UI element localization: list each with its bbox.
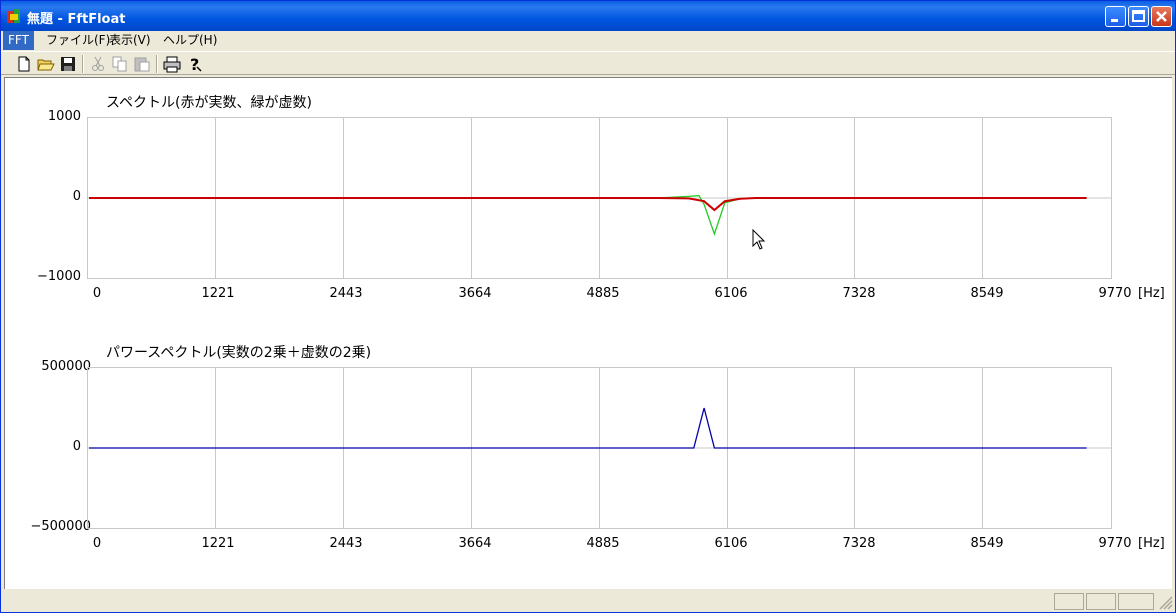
status-pane [1086, 593, 1116, 610]
status-bar [1, 590, 1175, 612]
power-series-line [89, 407, 1087, 449]
help-icon[interactable]: ? [185, 55, 203, 73]
x-tick-label: 2443 [329, 536, 363, 551]
menu-bar: FFT ファイル(F) 表示(V) ヘルプ(H) [1, 31, 1175, 50]
new-file-icon[interactable] [15, 55, 33, 73]
cut-icon[interactable] [89, 55, 107, 73]
status-pane [1054, 593, 1084, 610]
x-tick-label: 0 [92, 536, 102, 551]
x-tick-label: 0 [92, 286, 102, 301]
status-pane [1118, 593, 1154, 610]
minimize-button[interactable] [1105, 6, 1126, 27]
toolbar: ? [1, 51, 1175, 75]
app-icon [7, 9, 20, 23]
x-tick-label: 9770 [1098, 536, 1132, 551]
toolbar-separator [156, 55, 158, 73]
spectrum-chart-title: スペクトル(赤が実数、緑が虚数) [106, 95, 312, 111]
close-icon [1156, 11, 1167, 22]
x-tick-label: 3664 [458, 536, 492, 551]
window-title: 無題 - FftFloat [27, 12, 126, 27]
menu-view[interactable]: 表示(V) [104, 31, 156, 50]
y-tick-label: −1000 [37, 269, 81, 284]
minimize-icon [1111, 19, 1118, 22]
print-icon[interactable] [163, 55, 181, 73]
resize-grip-icon[interactable] [1159, 596, 1173, 610]
real-series-line [89, 197, 1087, 212]
x-axis-unit: [Hz] [1138, 536, 1165, 551]
x-tick-label: 1221 [201, 536, 235, 551]
x-tick-label: 7328 [842, 536, 876, 551]
copy-icon[interactable] [111, 55, 129, 73]
imag-series-line [89, 194, 1087, 237]
close-button[interactable] [1151, 6, 1172, 27]
save-disk-icon[interactable] [59, 55, 77, 73]
x-tick-label: 1221 [201, 286, 235, 301]
x-tick-label: 8549 [970, 536, 1004, 551]
power-spectrum-plot [87, 367, 1112, 529]
spectrum-plot [87, 117, 1112, 279]
toolbar-separator [82, 55, 84, 73]
y-tick-label: 500000 [41, 359, 91, 374]
power-spectrum-chart-title: パワースペクトル(実数の2乗＋虚数の2乗) [106, 345, 372, 361]
svg-text:?: ? [190, 55, 199, 73]
x-tick-label: 9770 [1098, 286, 1132, 301]
y-tick-label: 0 [72, 189, 81, 204]
x-tick-label: 3664 [458, 286, 492, 301]
app-window: 無題 - FftFloat FFT ファイル(F) 表示(V) ヘルプ(H) ?… [0, 0, 1176, 613]
y-tick-label: 0 [72, 439, 81, 454]
menu-fft[interactable]: FFT [3, 31, 34, 50]
x-tick-label: 4885 [586, 536, 620, 551]
y-tick-label: −500000 [30, 519, 91, 534]
open-folder-icon[interactable] [37, 55, 55, 73]
x-tick-label: 2443 [329, 286, 363, 301]
x-tick-label: 6106 [714, 536, 748, 551]
maximize-button[interactable] [1128, 6, 1149, 27]
maximize-icon [1132, 10, 1145, 22]
x-tick-label: 4885 [586, 286, 620, 301]
menu-help[interactable]: ヘルプ(H) [158, 31, 222, 50]
chart-area: スペクトル(赤が実数、緑が虚数) 1000 0 −1000 0 1221 2443 3… [4, 77, 1172, 589]
y-tick-label: 1000 [47, 109, 81, 124]
title-bar[interactable]: 無題 - FftFloat [1, 1, 1175, 31]
x-tick-label: 7328 [842, 286, 876, 301]
x-tick-label: 8549 [970, 286, 1004, 301]
mouse-cursor-icon [752, 229, 766, 250]
x-axis-unit: [Hz] [1138, 286, 1165, 301]
x-tick-label: 6106 [714, 286, 748, 301]
paste-icon[interactable] [133, 55, 151, 73]
